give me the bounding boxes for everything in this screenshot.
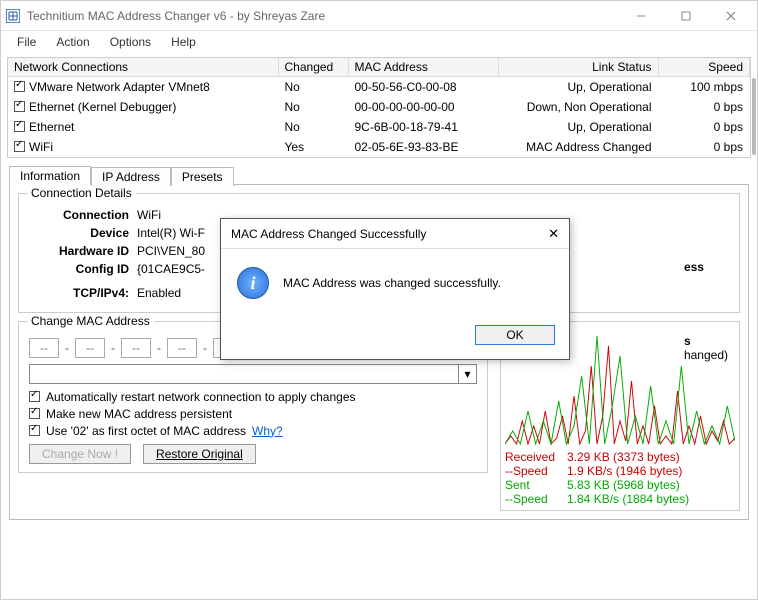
row-checkbox[interactable]: [14, 101, 25, 112]
mac-seg-2[interactable]: [75, 338, 105, 358]
received-value: 3.29 KB (3373 bytes): [567, 450, 680, 464]
restore-original-button[interactable]: Restore Original: [143, 444, 256, 464]
menu-file[interactable]: File: [7, 33, 46, 51]
hardware-id-label: Hardware ID: [29, 244, 129, 258]
auto-restart-checkbox[interactable]: [29, 391, 40, 402]
chevron-down-icon: ▾: [458, 365, 476, 383]
table-row[interactable]: EthernetNo9C-6B-00-18-79-41Up, Operation…: [8, 117, 750, 137]
use-02-checkbox[interactable]: [29, 425, 40, 436]
mac-seg-3[interactable]: [121, 338, 151, 358]
sent-label: Sent: [505, 478, 567, 492]
change-mac-legend: Change MAC Address: [27, 314, 154, 328]
why-link[interactable]: Why?: [252, 424, 283, 438]
tcpip-label: TCP/IPv4:: [29, 286, 129, 300]
row-checkbox[interactable]: [14, 81, 25, 92]
change-now-button[interactable]: Change Now !: [29, 444, 131, 464]
dialog-title: MAC Address Changed Successfully: [231, 227, 426, 241]
recv-speed-value: 1.9 KB/s (1946 bytes): [567, 464, 682, 478]
ok-button[interactable]: OK: [475, 325, 555, 345]
window-title: Technitium MAC Address Changer v6 - by S…: [27, 9, 618, 23]
tab-information[interactable]: Information: [9, 166, 91, 185]
minimize-button[interactable]: [618, 2, 663, 30]
table-row[interactable]: Ethernet (Kernel Debugger)No00-00-00-00-…: [8, 97, 750, 117]
table-row[interactable]: WiFiYes02-05-6E-93-83-BEMAC Address Chan…: [8, 137, 750, 157]
titlebar[interactable]: Technitium MAC Address Changer v6 - by S…: [1, 1, 757, 31]
col-connections[interactable]: Network Connections: [8, 58, 278, 77]
success-dialog: MAC Address Changed Successfully ✕ i MAC…: [220, 218, 570, 360]
sent-speed-label: --Speed: [505, 492, 567, 506]
col-changed[interactable]: Changed: [278, 58, 348, 77]
tabs: Information IP Address Presets: [9, 166, 749, 185]
obscured-right-text: ess s hanged): [684, 250, 728, 362]
persistent-label: Make new MAC address persistent: [46, 407, 232, 421]
config-id-label: Config ID: [29, 262, 129, 276]
close-button[interactable]: [708, 2, 753, 30]
info-icon: i: [237, 267, 269, 299]
connection-label: Connection: [29, 208, 129, 222]
tab-presets[interactable]: Presets: [171, 167, 234, 186]
use-02-label: Use '02' as first octet of MAC address: [46, 424, 246, 438]
col-status[interactable]: Link Status: [498, 58, 658, 77]
connection-details-legend: Connection Details: [27, 186, 136, 200]
persistent-checkbox[interactable]: [29, 408, 40, 419]
col-mac[interactable]: MAC Address: [348, 58, 498, 77]
table-row[interactable]: VMware Network Adapter VMnet8No00-50-56-…: [8, 77, 750, 97]
row-checkbox[interactable]: [14, 121, 25, 132]
dialog-message: MAC Address was changed successfully.: [283, 276, 501, 290]
menu-action[interactable]: Action: [46, 33, 99, 51]
tab-ip-address[interactable]: IP Address: [91, 167, 171, 186]
received-label: Received: [505, 450, 567, 464]
menu-options[interactable]: Options: [100, 33, 161, 51]
mac-preset-combo[interactable]: ▾: [29, 364, 477, 384]
row-checkbox[interactable]: [14, 141, 25, 152]
maximize-button[interactable]: [663, 2, 708, 30]
mac-seg-1[interactable]: [29, 338, 59, 358]
sent-speed-value: 1.84 KB/s (1884 bytes): [567, 492, 689, 506]
recv-speed-label: --Speed: [505, 464, 567, 478]
sent-value: 5.83 KB (5968 bytes): [567, 478, 680, 492]
connections-table: Network Connections Changed MAC Address …: [7, 57, 751, 158]
col-speed[interactable]: Speed: [658, 58, 750, 77]
device-label: Device: [29, 226, 129, 240]
dialog-close-icon[interactable]: ✕: [548, 226, 559, 242]
app-icon: [5, 8, 21, 24]
mac-seg-4[interactable]: [167, 338, 197, 358]
table-scrollbar[interactable]: [752, 78, 756, 155]
auto-restart-label: Automatically restart network connection…: [46, 390, 356, 404]
menu-help[interactable]: Help: [161, 33, 206, 51]
menubar: File Action Options Help: [1, 31, 757, 53]
